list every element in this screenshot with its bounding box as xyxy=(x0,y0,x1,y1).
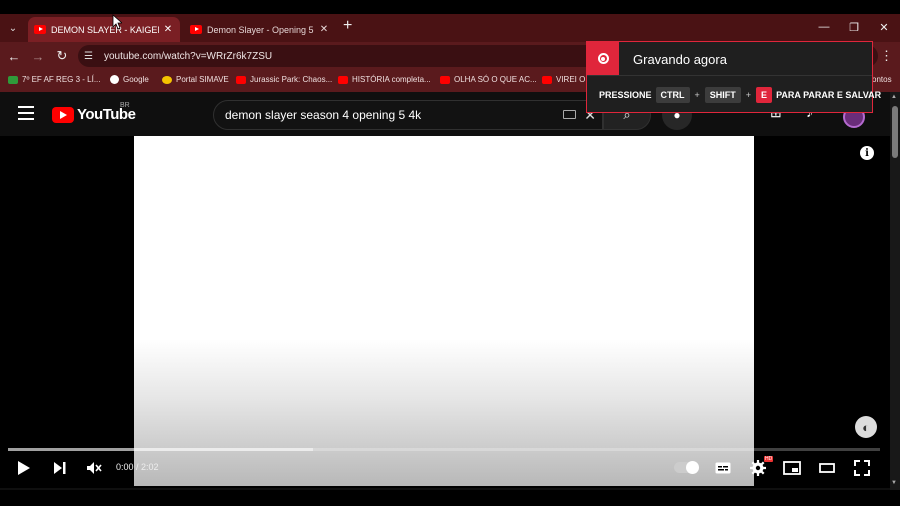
forward-arrow-icon[interactable]: → xyxy=(30,48,46,64)
browser-tab-bar: ⌄ DEMON SLAYER - KAIGEN | VER ✕ Demon Sl… xyxy=(0,14,900,42)
youtube-icon xyxy=(236,75,246,84)
buffered-bar xyxy=(8,448,314,451)
recording-title: Gravando agora xyxy=(633,52,727,67)
bookmark-item[interactable]: ontos xyxy=(872,75,892,84)
new-tab-plus-icon[interactable]: + xyxy=(343,17,352,35)
recording-shortcut-hint: PRESSIONE CTRL + SHIFT + E PARA PARAR E … xyxy=(599,87,881,103)
bookmark-item[interactable]: 7º EF AF REG 3 - LÍ... xyxy=(8,75,101,84)
channel-watermark-icon[interactable]: ◐ xyxy=(855,416,877,438)
folder-icon xyxy=(8,75,18,84)
key-ctrl: CTRL xyxy=(655,87,690,103)
url-text: youtube.com/watch?v=WRrZr6k7ZSU xyxy=(104,50,273,62)
search-input[interactable]: demon slayer season 4 opening 5 4k ✕ xyxy=(213,100,603,130)
tab-title: DEMON SLAYER - KAIGEN | VER xyxy=(51,24,159,35)
search-query: demon slayer season 4 opening 5 4k xyxy=(225,108,422,122)
recording-overlay: Gravando agora PRESSIONE CTRL + SHIFT + … xyxy=(586,41,881,113)
country-code: BR xyxy=(120,102,130,109)
browser-menu-icon[interactable]: ⋮ xyxy=(880,48,893,64)
star-icon xyxy=(162,75,172,84)
bookmark-item[interactable]: OLHA SÓ O QUE AC... xyxy=(440,75,537,84)
record-icon xyxy=(597,53,609,64)
bookmark-item[interactable]: Portal SIMAVE xyxy=(162,75,229,84)
top-black-strip xyxy=(0,0,900,14)
mute-button[interactable] xyxy=(82,458,106,478)
tab-title: Demon Slayer - Opening 5 | 4K xyxy=(207,24,315,35)
overlay-divider xyxy=(587,75,872,76)
bookmark-item[interactable]: Jurassic Park: Chaos... xyxy=(236,75,332,84)
youtube-icon xyxy=(440,75,450,84)
theater-mode-button[interactable] xyxy=(815,458,839,478)
play-button[interactable] xyxy=(12,458,36,478)
bottom-black-strip xyxy=(0,490,900,506)
bookmark-item[interactable]: VIREI O xyxy=(542,75,585,84)
video-frame[interactable] xyxy=(134,136,754,486)
minimize-icon[interactable]: — xyxy=(810,16,838,38)
time-display: 0:00 / 2:02 xyxy=(116,462,159,472)
youtube-logo[interactable]: YouTube BR xyxy=(52,102,136,123)
youtube-play-logo-icon xyxy=(52,106,74,123)
youtube-icon xyxy=(542,75,552,84)
scroll-up-arrow-icon[interactable]: ▲ xyxy=(891,94,897,100)
mouse-cursor-icon xyxy=(112,14,122,30)
fullscreen-button[interactable] xyxy=(850,458,874,478)
window-close-icon[interactable]: ✕ xyxy=(870,16,898,38)
next-button[interactable] xyxy=(48,458,72,478)
tab-close-icon[interactable]: ✕ xyxy=(318,24,330,35)
bookmark-item[interactable]: HISTÓRIA completa... xyxy=(338,75,431,84)
press-label: PRESSIONE xyxy=(599,90,652,100)
miniplayer-button[interactable] xyxy=(780,458,804,478)
tab-active[interactable]: DEMON SLAYER - KAIGEN | VER ✕ xyxy=(28,17,180,42)
hamburger-menu-icon[interactable] xyxy=(18,106,34,120)
info-icon[interactable]: i xyxy=(860,146,874,160)
key-e: E xyxy=(756,87,773,103)
reload-icon[interactable]: ↻ xyxy=(54,48,70,64)
youtube-icon xyxy=(338,75,348,84)
scroll-down-arrow-icon[interactable]: ▼ xyxy=(891,480,897,486)
google-icon xyxy=(110,75,119,84)
action-label: PARA PARAR E SALVAR xyxy=(776,90,882,100)
youtube-favicon-icon xyxy=(190,25,202,34)
tab-search-chevron-icon[interactable]: ⌄ xyxy=(4,19,22,37)
hd-badge: HD xyxy=(764,456,774,462)
back-arrow-icon[interactable]: ← xyxy=(6,48,22,64)
record-indicator[interactable] xyxy=(587,42,619,75)
youtube-favicon-icon xyxy=(34,25,46,34)
restore-icon[interactable]: ❐ xyxy=(840,16,868,38)
tab-close-icon[interactable]: ✕ xyxy=(162,24,174,35)
bookmark-item[interactable]: Google xyxy=(110,75,149,84)
site-info-icon[interactable]: ☰ xyxy=(84,51,98,62)
scrollbar-thumb[interactable] xyxy=(892,106,898,158)
progress-bar[interactable] xyxy=(8,448,880,451)
tab-inactive[interactable]: Demon Slayer - Opening 5 | 4K ✕ xyxy=(184,17,336,42)
subtitles-button[interactable] xyxy=(711,458,735,478)
page-scrollbar[interactable]: ▲ ▼ xyxy=(890,92,900,490)
autoplay-toggle[interactable] xyxy=(674,461,699,474)
key-shift: SHIFT xyxy=(704,87,741,103)
keyboard-icon[interactable] xyxy=(563,110,576,119)
